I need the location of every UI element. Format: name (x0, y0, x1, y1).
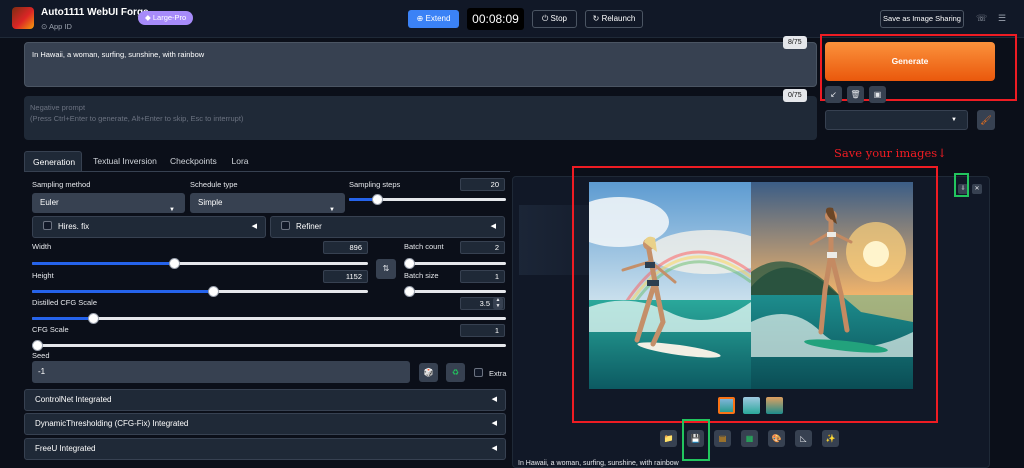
stop-icon: ⏻ (541, 14, 549, 23)
distilled-cfg-slider[interactable] (32, 313, 506, 324)
tab-textual-inversion[interactable]: Textual Inversion (82, 151, 168, 171)
sparkle-icon[interactable]: ✨ (822, 430, 839, 447)
app-title: Auto1111 WebUI Forge (41, 7, 149, 18)
chevron-down-icon: ▼ (951, 117, 957, 123)
clipboard-icon[interactable]: ▣ (869, 86, 886, 103)
output-highlight-box (572, 166, 938, 423)
output-caption: In Hawaii, a woman, surfing, sunshine, w… (518, 460, 679, 467)
relaunch-button[interactable]: ↻ Relaunch (585, 10, 643, 28)
sampling-method-label: Sampling method (32, 180, 91, 189)
triangle-left-icon: ◀ (491, 396, 497, 403)
app-id-link[interactable]: ⊙ App ID (41, 22, 72, 31)
batch-count-input[interactable]: 2 (460, 241, 505, 254)
recycle-icon[interactable]: ♻ (446, 363, 465, 382)
seed-input[interactable]: -1 (32, 361, 410, 383)
sampling-steps-slider[interactable] (349, 194, 506, 205)
slider-fill (32, 262, 174, 265)
dynamic-thresholding-accordion[interactable]: DynamicThresholding (CFG-Fix) Integrated… (24, 413, 506, 435)
batch-size-input[interactable]: 1 (460, 270, 505, 283)
headset-icon[interactable]: ☏ (976, 13, 987, 24)
tab-lora[interactable]: Lora (222, 151, 258, 171)
save-highlight-box (682, 419, 710, 461)
trash-icon[interactable]: 🗑 (847, 86, 864, 103)
schedule-type-dropdown[interactable]: Simple ▼ (190, 193, 345, 213)
download-highlight-box (954, 173, 969, 197)
thumbnail-1[interactable] (743, 397, 760, 414)
thumbnail-2[interactable] (766, 397, 783, 414)
slider-thumb[interactable] (404, 286, 415, 297)
slider-thumb[interactable] (372, 194, 383, 205)
triangle-left-icon: ◀ (251, 223, 257, 230)
close-icon[interactable]: ✕ (972, 184, 982, 194)
refiner-checkbox[interactable] (281, 221, 290, 230)
tab-generation[interactable]: Generation (24, 151, 82, 171)
slider-thumb[interactable] (88, 313, 99, 324)
session-timer: 00:08:09 (467, 8, 524, 30)
sampling-steps-label: Sampling steps (349, 180, 401, 189)
folder-icon[interactable]: 📁 (660, 430, 677, 447)
width-label: Width (32, 242, 52, 251)
brush-icon[interactable]: 🖌 (977, 110, 995, 130)
ruler-icon[interactable]: ◺ (795, 430, 812, 447)
controlnet-accordion[interactable]: ControlNet Integrated ◀ (24, 389, 506, 411)
cfg-label: CFG Scale (32, 325, 69, 334)
extend-button[interactable]: ⊕ Extend (408, 10, 459, 28)
slider-thumb[interactable] (169, 258, 180, 269)
prompt-token-counter: 8/75 (783, 36, 807, 49)
cfg-slider[interactable] (32, 340, 506, 351)
schedule-type-label: Schedule type (190, 180, 238, 189)
app-logo (12, 7, 34, 29)
triangle-left-icon: ◀ (491, 420, 497, 427)
plan-badge: ◆ Large-Pro (138, 11, 194, 25)
zip-icon[interactable]: ▤ (714, 430, 731, 447)
prompt-input[interactable]: In Hawaii, a woman, surfing, sunshine, w… (24, 42, 817, 87)
refiner-accordion[interactable]: Refiner ◀ (270, 216, 505, 238)
batch-size-label: Batch size (404, 271, 439, 280)
height-label: Height (32, 271, 54, 280)
slider-thumb[interactable] (404, 258, 415, 269)
tab-checkpoints[interactable]: Checkpoints (162, 151, 222, 171)
arrow-icon[interactable]: ↙ (825, 86, 842, 103)
slider-thumb[interactable] (208, 286, 219, 297)
triangle-left-icon: ◀ (491, 445, 497, 452)
styles-dropdown[interactable]: ▼ (825, 110, 968, 130)
negative-prompt-input[interactable]: Negative prompt (Press Ctrl+Enter to gen… (24, 96, 817, 140)
triangle-left-icon: ◀ (490, 223, 496, 230)
hires-fix-checkbox[interactable] (43, 221, 52, 230)
slider-fill (32, 290, 213, 293)
width-slider[interactable] (32, 258, 368, 269)
cfg-input[interactable]: 1 (460, 324, 505, 337)
top-bar: Auto1111 WebUI Forge ⊙ App ID ◆ Large-Pr… (0, 0, 1024, 38)
batch-count-slider[interactable] (404, 258, 506, 269)
extra-checkbox[interactable] (474, 368, 483, 377)
stop-button[interactable]: ⏻ Stop (532, 10, 577, 28)
seed-label: Seed (32, 351, 50, 360)
sampling-steps-input[interactable]: 20 (460, 178, 505, 191)
slider-fill (32, 317, 93, 320)
negative-prompt-placeholder: Negative prompt (30, 103, 86, 112)
refresh-icon: ↻ (592, 14, 600, 23)
img2img-icon[interactable]: ▦ (741, 430, 758, 447)
stepper-icon[interactable]: ▲ ▼ (493, 297, 503, 309)
save-image-sharing-button[interactable]: Save as Image Sharing (880, 10, 964, 28)
dice-icon[interactable]: 🎲 (419, 363, 438, 382)
distilled-cfg-label: Distilled CFG Scale (32, 298, 98, 307)
swap-dimensions-icon[interactable]: ⇅ (376, 259, 396, 279)
extra-checkbox-row[interactable]: Extra (474, 368, 507, 378)
slider-thumb[interactable] (32, 340, 43, 351)
thumbnail-grid[interactable] (718, 397, 735, 414)
freeu-accordion[interactable]: FreeU Integrated ◀ (24, 438, 506, 460)
width-input[interactable]: 896 (323, 241, 368, 254)
save-images-annotation: Save your images↓ (834, 146, 947, 160)
batch-size-slider[interactable] (404, 286, 506, 297)
height-input[interactable]: 1152 (323, 270, 368, 283)
settings-icon[interactable]: ☰ (998, 13, 1006, 24)
negative-prompt-hint: (Press Ctrl+Enter to generate, Alt+Enter… (30, 114, 244, 123)
batch-count-label: Batch count (404, 242, 444, 251)
negative-token-counter: 0/75 (783, 89, 807, 102)
palette-icon[interactable]: 🎨 (768, 430, 785, 447)
sampling-method-dropdown[interactable]: Euler ▼ (32, 193, 185, 213)
height-slider[interactable] (32, 286, 368, 297)
hires-fix-accordion[interactable]: Hires. fix ◀ (32, 216, 266, 238)
